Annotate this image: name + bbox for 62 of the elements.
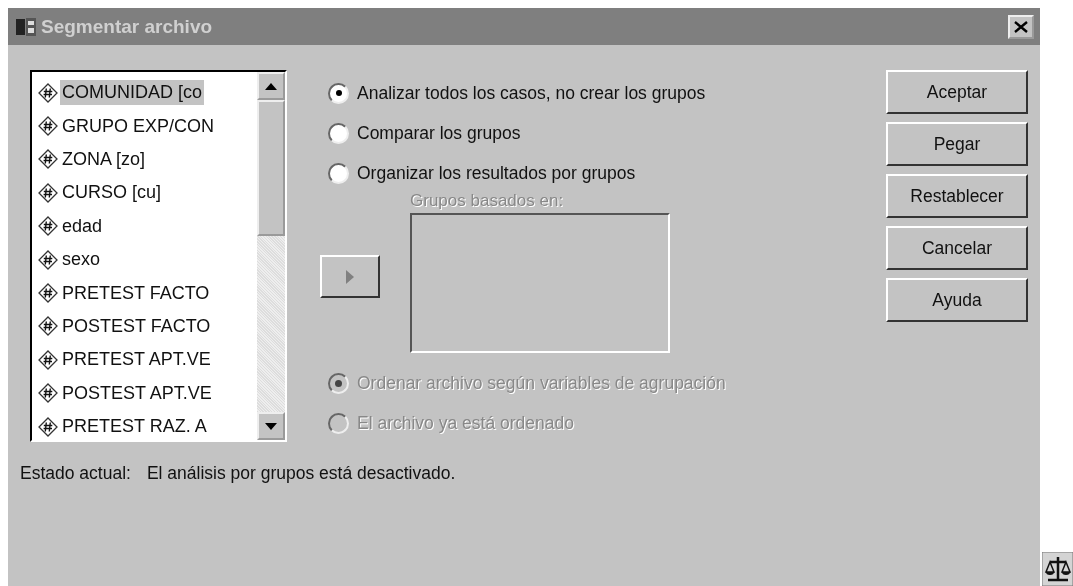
radio-label: Analizar todos los casos, no crear los grupos xyxy=(357,82,706,104)
variable-item[interactable]: COMUNIDAD [co xyxy=(32,76,257,110)
radio-button[interactable] xyxy=(328,82,349,104)
radio-label: Organizar los resultados por grupos xyxy=(357,162,636,184)
scroll-down-button[interactable] xyxy=(257,412,285,440)
radio-label: El archivo ya está ordenado xyxy=(357,412,574,434)
variable-item[interactable]: PRETEST RAZ. A xyxy=(32,409,257,440)
status-text: El análisis por grupos está desactivado. xyxy=(146,463,456,484)
numeric-variable-icon xyxy=(38,383,58,404)
variable-item[interactable]: sexo xyxy=(32,242,257,277)
close-button[interactable] xyxy=(1008,14,1034,39)
numeric-variable-icon xyxy=(38,316,58,337)
variable-label: PRETEST FACTO xyxy=(61,281,211,305)
close-icon xyxy=(1014,20,1028,33)
down-arrow-icon xyxy=(265,422,277,430)
numeric-variable-icon xyxy=(38,416,58,437)
scroll-thumb[interactable] xyxy=(257,100,285,236)
group-variables-list[interactable] xyxy=(410,213,670,353)
numeric-variable-icon xyxy=(38,349,58,370)
scrollbar[interactable] xyxy=(257,72,285,440)
variable-label: PRETEST APT.VE xyxy=(61,348,212,372)
variable-label: POSTEST APT.VE xyxy=(61,381,213,405)
variable-item[interactable]: CURSO [cu] xyxy=(32,176,257,210)
variable-label: sexo xyxy=(61,248,102,272)
variable-item[interactable]: PRETEST APT.VE xyxy=(32,343,257,377)
variable-label: COMUNIDAD [co xyxy=(60,80,204,106)
dialog-button[interactable]: Aceptar xyxy=(886,70,1028,114)
variable-label: PRETEST RAZ. A xyxy=(61,415,208,439)
numeric-variable-icon xyxy=(38,182,58,203)
status-label: Estado actual: xyxy=(20,463,131,484)
dialog-button[interactable]: Pegar xyxy=(886,122,1028,166)
move-button[interactable] xyxy=(320,255,380,298)
dialog-button[interactable]: Cancelar xyxy=(886,226,1028,270)
variable-item[interactable]: edad xyxy=(32,209,257,243)
variable-label: CURSO [cu] xyxy=(61,181,163,205)
numeric-variable-icon xyxy=(38,82,58,103)
window-title: Segmentar archivo xyxy=(41,15,214,38)
balance-scale-icon xyxy=(1042,552,1073,586)
radio-label: Comparar los grupos xyxy=(357,122,521,144)
variable-item[interactable]: PRETEST FACTO xyxy=(32,276,257,310)
variable-label: edad xyxy=(61,214,104,238)
up-arrow-icon xyxy=(265,82,277,90)
radio-label: Ordenar archivo según variables de agrupación xyxy=(357,372,726,394)
numeric-variable-icon xyxy=(38,249,58,270)
variable-label: POSTEST FACTO xyxy=(61,314,212,338)
dialog-button[interactable]: Restablecer xyxy=(886,174,1028,218)
right-arrow-icon xyxy=(346,269,354,284)
field-label: Grupos basados en: xyxy=(410,191,565,212)
numeric-variable-icon xyxy=(38,283,58,304)
variable-item[interactable]: POSTEST APT.VE xyxy=(32,376,257,410)
variable-item[interactable]: GRUPO EXP/CON xyxy=(32,109,257,143)
numeric-variable-icon xyxy=(38,216,58,237)
numeric-variable-icon xyxy=(38,116,58,137)
scroll-up-button[interactable] xyxy=(257,72,285,100)
radio-button[interactable] xyxy=(328,162,349,184)
variable-item[interactable]: ZONA [zo] xyxy=(32,142,257,177)
variable-item[interactable]: POSTEST FACTO xyxy=(32,309,257,344)
numeric-variable-icon xyxy=(38,149,58,170)
dialog-button[interactable]: Ayuda xyxy=(886,278,1028,322)
radio-button[interactable] xyxy=(328,122,349,144)
variable-label: GRUPO EXP/CON xyxy=(61,114,216,138)
variable-label: ZONA [zo] xyxy=(61,147,147,171)
